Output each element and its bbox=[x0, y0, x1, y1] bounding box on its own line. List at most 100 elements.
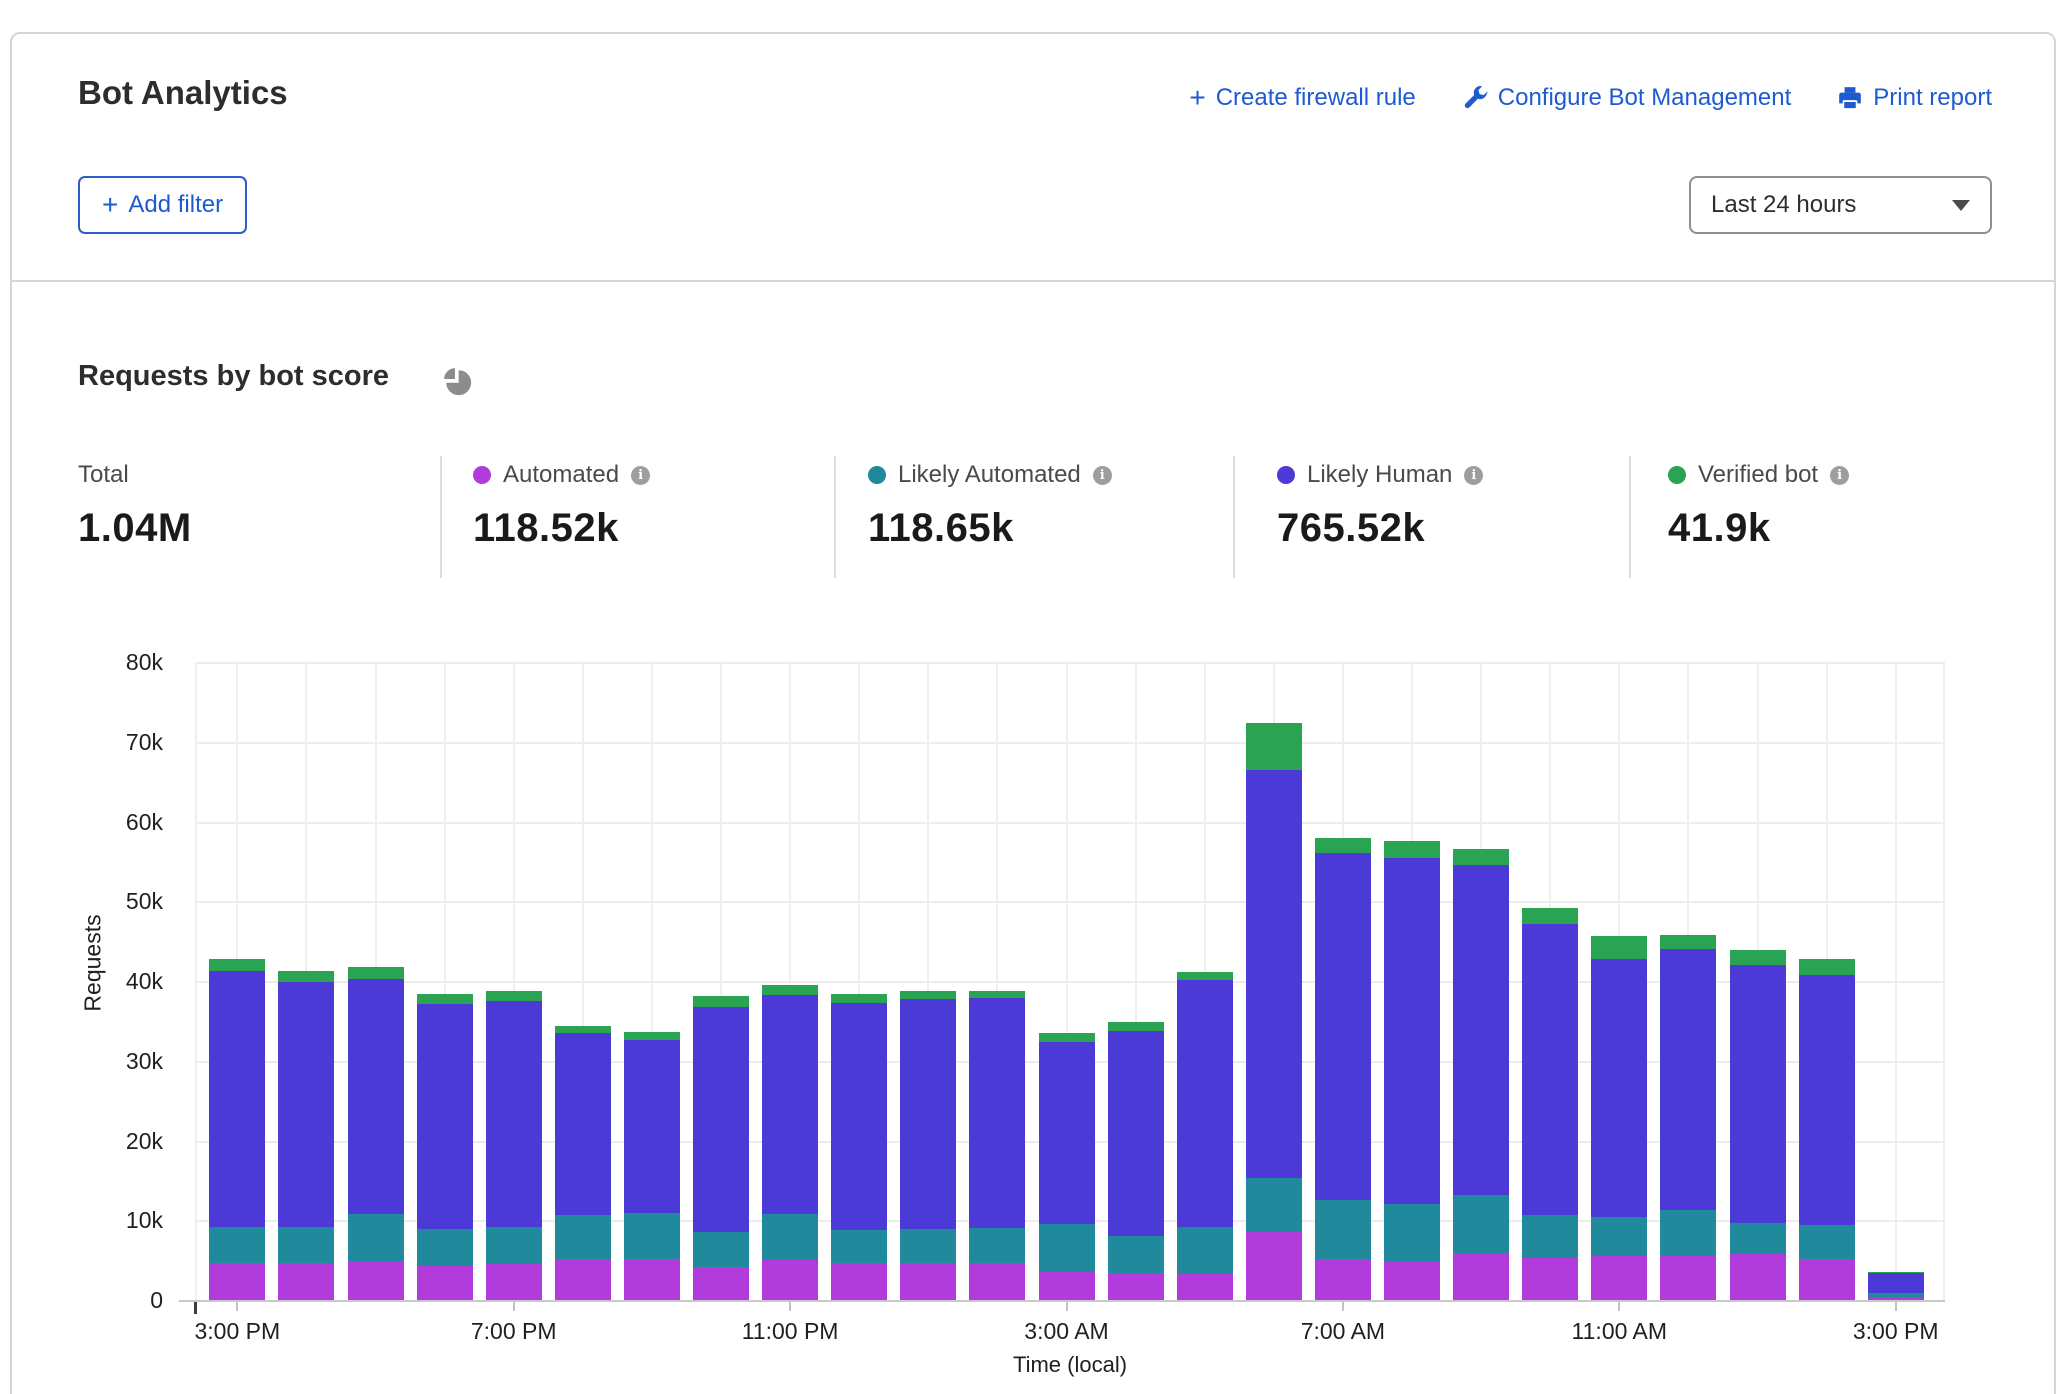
bar-4-00-pm bbox=[278, 971, 334, 1300]
pie-chart-icon bbox=[440, 364, 476, 400]
bar-segment-automated bbox=[1039, 1272, 1095, 1300]
bar-segment-likely-human bbox=[417, 1004, 473, 1229]
v-gridline bbox=[195, 662, 197, 1300]
bar-segment-likely-human bbox=[1730, 965, 1786, 1223]
x-tick-label: 3:00 PM bbox=[194, 1318, 280, 1345]
bar-7-00-pm bbox=[486, 991, 542, 1300]
bar-segment-automated bbox=[486, 1264, 542, 1300]
bar-9-00-pm bbox=[624, 1032, 680, 1300]
bar-8-00-am bbox=[1384, 841, 1440, 1300]
print-report-link[interactable]: Print report bbox=[1837, 84, 1992, 112]
bar-segment-likely-automated bbox=[762, 1214, 818, 1260]
y-tick-label: 20k bbox=[60, 1128, 163, 1155]
bar-segment-verified-bot bbox=[1868, 1272, 1924, 1273]
bar-segment-likely-human bbox=[1453, 865, 1509, 1195]
bot-analytics-page: Bot Analytics + Create firewall rule Con… bbox=[0, 0, 2070, 1394]
bar-1-00-am bbox=[900, 991, 956, 1300]
automated-legend-dot bbox=[473, 466, 491, 484]
bar-segment-likely-human bbox=[1591, 959, 1647, 1217]
printer-icon bbox=[1837, 85, 1863, 111]
x-axis-line bbox=[179, 1300, 1945, 1302]
stat-likely-automated[interactable]: Likely Automated i 118.65k bbox=[868, 462, 1112, 551]
configure-bot-management-link[interactable]: Configure Bot Management bbox=[1462, 84, 1792, 112]
stat-automated[interactable]: Automated i 118.52k bbox=[473, 462, 650, 551]
bar-segment-likely-automated bbox=[1384, 1204, 1440, 1261]
info-icon[interactable]: i bbox=[631, 466, 650, 485]
bar-3-00-am bbox=[1039, 1033, 1095, 1300]
bar-segment-likely-automated bbox=[693, 1232, 749, 1266]
plus-icon: + bbox=[102, 193, 118, 217]
y-tick-label: 80k bbox=[60, 649, 163, 676]
stat-verified-bot-value: 41.9k bbox=[1668, 506, 1849, 551]
bar-4-00-am bbox=[1108, 1022, 1164, 1300]
info-icon[interactable]: i bbox=[1830, 466, 1849, 485]
bar-segment-likely-human bbox=[555, 1033, 611, 1215]
bar-segment-automated bbox=[900, 1263, 956, 1300]
h-gridline bbox=[195, 662, 1945, 664]
bar-segment-likely-human bbox=[1108, 1031, 1164, 1236]
stat-likely-human[interactable]: Likely Human i 765.52k bbox=[1277, 462, 1483, 551]
bar-6-00-pm bbox=[417, 994, 473, 1300]
bar-segment-automated bbox=[693, 1267, 749, 1300]
bar-segment-likely-human bbox=[486, 1001, 542, 1227]
bar-segment-likely-human bbox=[209, 971, 265, 1227]
x-tick-label: 3:00 PM bbox=[1853, 1318, 1939, 1345]
create-firewall-rule-label: Create firewall rule bbox=[1216, 84, 1416, 112]
bar-segment-likely-automated bbox=[1108, 1236, 1164, 1273]
bar-segment-likely-human bbox=[831, 1003, 887, 1230]
bar-12-00-am bbox=[831, 994, 887, 1300]
bar-segment-verified-bot bbox=[486, 991, 542, 1001]
bar-segment-verified-bot bbox=[555, 1026, 611, 1033]
bar-12-00-pm bbox=[1660, 935, 1716, 1300]
axis-tick bbox=[513, 1302, 515, 1311]
plus-icon: + bbox=[1189, 86, 1205, 110]
info-icon[interactable]: i bbox=[1464, 466, 1483, 485]
bar-segment-verified-bot bbox=[1730, 950, 1786, 965]
stat-total-value: 1.04M bbox=[78, 506, 192, 551]
bar-segment-likely-human bbox=[900, 999, 956, 1229]
bar-segment-likely-human bbox=[624, 1040, 680, 1213]
stat-automated-value: 118.52k bbox=[473, 506, 650, 551]
stat-likely-automated-label: Likely Automated bbox=[898, 461, 1081, 489]
bar-segment-likely-automated bbox=[1660, 1210, 1716, 1256]
stat-likely-automated-value: 118.65k bbox=[868, 506, 1112, 551]
bar-10-00-pm bbox=[693, 996, 749, 1300]
bar-segment-likely-automated bbox=[1246, 1178, 1302, 1232]
bar-2-00-pm bbox=[1799, 959, 1855, 1300]
configure-bot-management-label: Configure Bot Management bbox=[1498, 84, 1792, 112]
bar-segment-verified-bot bbox=[1315, 838, 1371, 853]
bar-segment-likely-automated bbox=[348, 1214, 404, 1261]
bar-segment-likely-automated bbox=[1522, 1215, 1578, 1258]
axis-tick bbox=[1895, 1302, 1897, 1311]
bar-11-00-pm bbox=[762, 985, 818, 1300]
time-range-select[interactable]: Last 24 hours bbox=[1689, 176, 1992, 234]
info-icon[interactable]: i bbox=[1093, 466, 1112, 485]
stat-likely-human-value: 765.52k bbox=[1277, 506, 1483, 551]
stat-divider bbox=[1629, 456, 1631, 578]
y-tick-label: 70k bbox=[60, 729, 163, 756]
create-firewall-rule-link[interactable]: + Create firewall rule bbox=[1189, 84, 1415, 112]
y-tick-label: 0 bbox=[60, 1287, 163, 1314]
bar-segment-verified-bot bbox=[762, 985, 818, 995]
bar-segment-likely-automated bbox=[1453, 1195, 1509, 1253]
axis-tick bbox=[1066, 1302, 1068, 1311]
stat-verified-bot[interactable]: Verified bot i 41.9k bbox=[1668, 462, 1849, 551]
bar-segment-verified-bot bbox=[1591, 936, 1647, 959]
bar-3-00-pm bbox=[209, 959, 265, 1300]
y-axis-title: Requests bbox=[80, 914, 107, 1011]
bar-segment-automated bbox=[1108, 1273, 1164, 1300]
bar-segment-automated bbox=[1522, 1258, 1578, 1300]
bar-segment-likely-automated bbox=[1868, 1293, 1924, 1297]
add-filter-button[interactable]: + Add filter bbox=[78, 176, 247, 234]
bar-segment-verified-bot bbox=[1522, 908, 1578, 925]
x-tick-label: 3:00 AM bbox=[1024, 1318, 1108, 1345]
bar-segment-automated bbox=[1591, 1256, 1647, 1300]
page-title: Bot Analytics bbox=[78, 74, 288, 112]
bar-segment-verified-bot bbox=[1660, 935, 1716, 949]
bar-segment-likely-human bbox=[1799, 975, 1855, 1225]
axis-tick bbox=[1342, 1302, 1344, 1311]
axis-tick bbox=[1618, 1302, 1620, 1311]
y-tick-label: 30k bbox=[60, 1048, 163, 1075]
stat-verified-bot-label: Verified bot bbox=[1698, 461, 1818, 489]
y-tick-label: 50k bbox=[60, 888, 163, 915]
